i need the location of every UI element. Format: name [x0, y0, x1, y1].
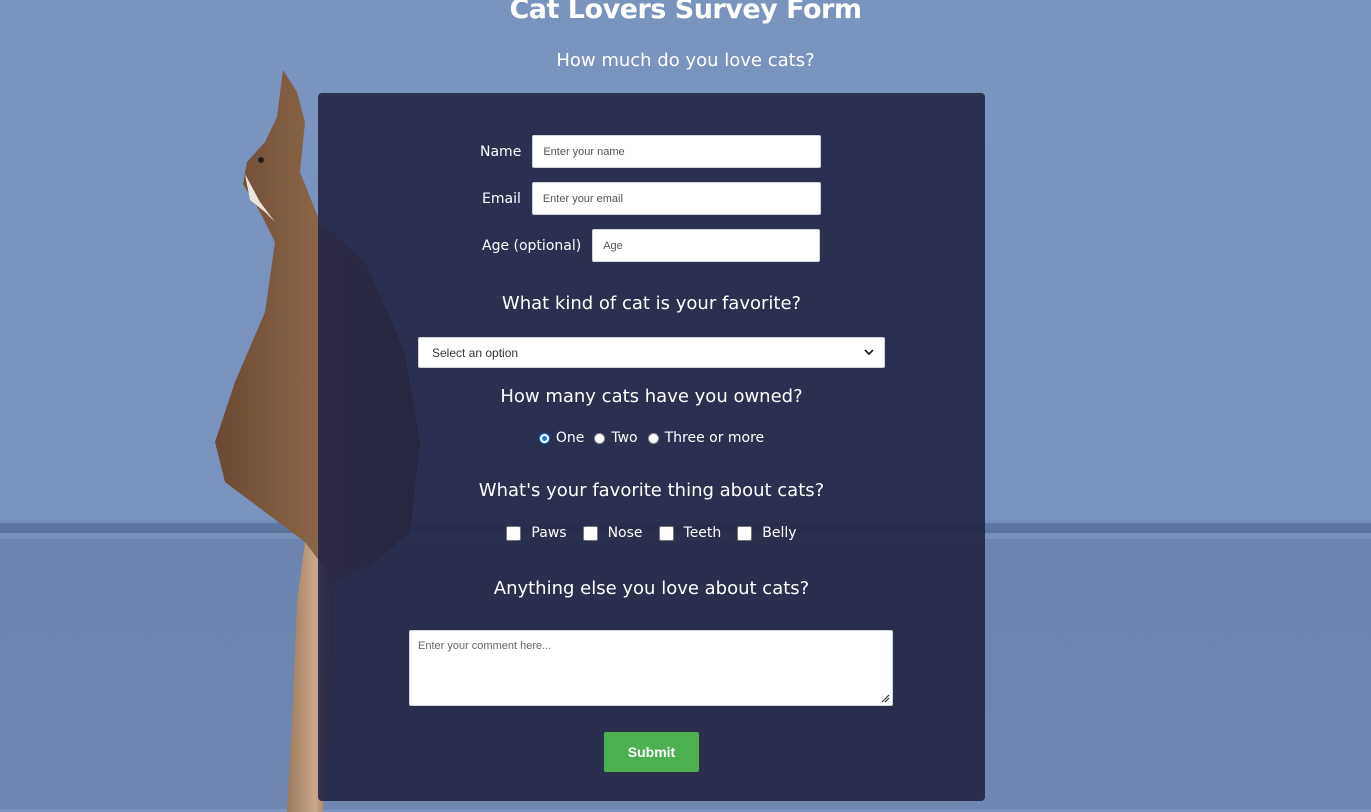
checkbox-paws[interactable] [506, 526, 522, 541]
comment-textarea[interactable]: Enter your comment here... [409, 630, 893, 706]
age-label: Age (optional) [482, 237, 582, 254]
page-subtitle: How much do you love cats? [556, 50, 815, 71]
age-input[interactable]: Age [592, 229, 821, 262]
cats-owned-question: How many cats have you owned? [500, 386, 803, 407]
name-placeholder: Enter your name [543, 145, 625, 158]
checkbox-teeth-label: Teeth [683, 525, 722, 541]
email-placeholder: Enter your email [542, 192, 623, 205]
radio-option-one[interactable]: One [538, 430, 585, 446]
checkbox-nose[interactable] [582, 526, 598, 541]
email-input[interactable]: Enter your email [531, 182, 821, 215]
radio-two[interactable] [594, 432, 606, 444]
radio-one-label: One [555, 430, 585, 446]
email-row: Email Enter your email [482, 182, 821, 215]
survey-form-panel: Name Enter your name Email Enter your em… [318, 93, 985, 801]
favorite-cat-select[interactable]: Select an option [418, 337, 885, 368]
radio-option-two[interactable]: Two [594, 430, 638, 446]
favorite-cat-selected: Select an option [432, 345, 519, 360]
checkbox-teeth[interactable] [658, 526, 674, 541]
comment-placeholder: Enter your comment here... [418, 640, 552, 652]
chevron-down-icon [864, 349, 874, 356]
checkbox-belly[interactable] [737, 526, 753, 541]
comment-question: Anything else you love about cats? [493, 578, 810, 599]
radio-one[interactable] [538, 432, 550, 444]
submit-button[interactable]: Submit [604, 732, 699, 772]
checkbox-belly-label: Belly [762, 525, 797, 541]
age-placeholder: Age [603, 239, 623, 252]
checkbox-paws-label: Paws [531, 525, 567, 541]
name-input[interactable]: Enter your name [532, 135, 822, 168]
name-label: Name [480, 143, 522, 160]
checkbox-option-paws[interactable]: Paws [506, 525, 567, 541]
checkbox-option-nose[interactable]: Nose [582, 525, 643, 541]
checkbox-option-belly[interactable]: Belly [737, 525, 797, 541]
favorite-thing-question: What's your favorite thing about cats? [478, 480, 825, 501]
radio-two-label: Two [611, 430, 638, 446]
radio-option-three-or-more[interactable]: Three or more [647, 430, 765, 446]
name-row: Name Enter your name [480, 135, 822, 168]
radio-three-or-more-label: Three or more [664, 430, 765, 446]
favorite-thing-checkbox-group: Paws Nose Teeth Belly [318, 525, 985, 541]
email-label: Email [482, 190, 521, 207]
checkbox-nose-label: Nose [607, 525, 643, 541]
radio-three-or-more[interactable] [647, 432, 659, 444]
cats-owned-radio-group: One Two Three or more [318, 430, 985, 446]
checkbox-option-teeth[interactable]: Teeth [658, 525, 722, 541]
age-row: Age (optional) Age [482, 229, 821, 262]
page-title: Cat Lovers Survey Form [509, 0, 862, 25]
resize-grip-icon[interactable] [880, 693, 890, 703]
favorite-cat-question: What kind of cat is your favorite? [501, 293, 802, 314]
